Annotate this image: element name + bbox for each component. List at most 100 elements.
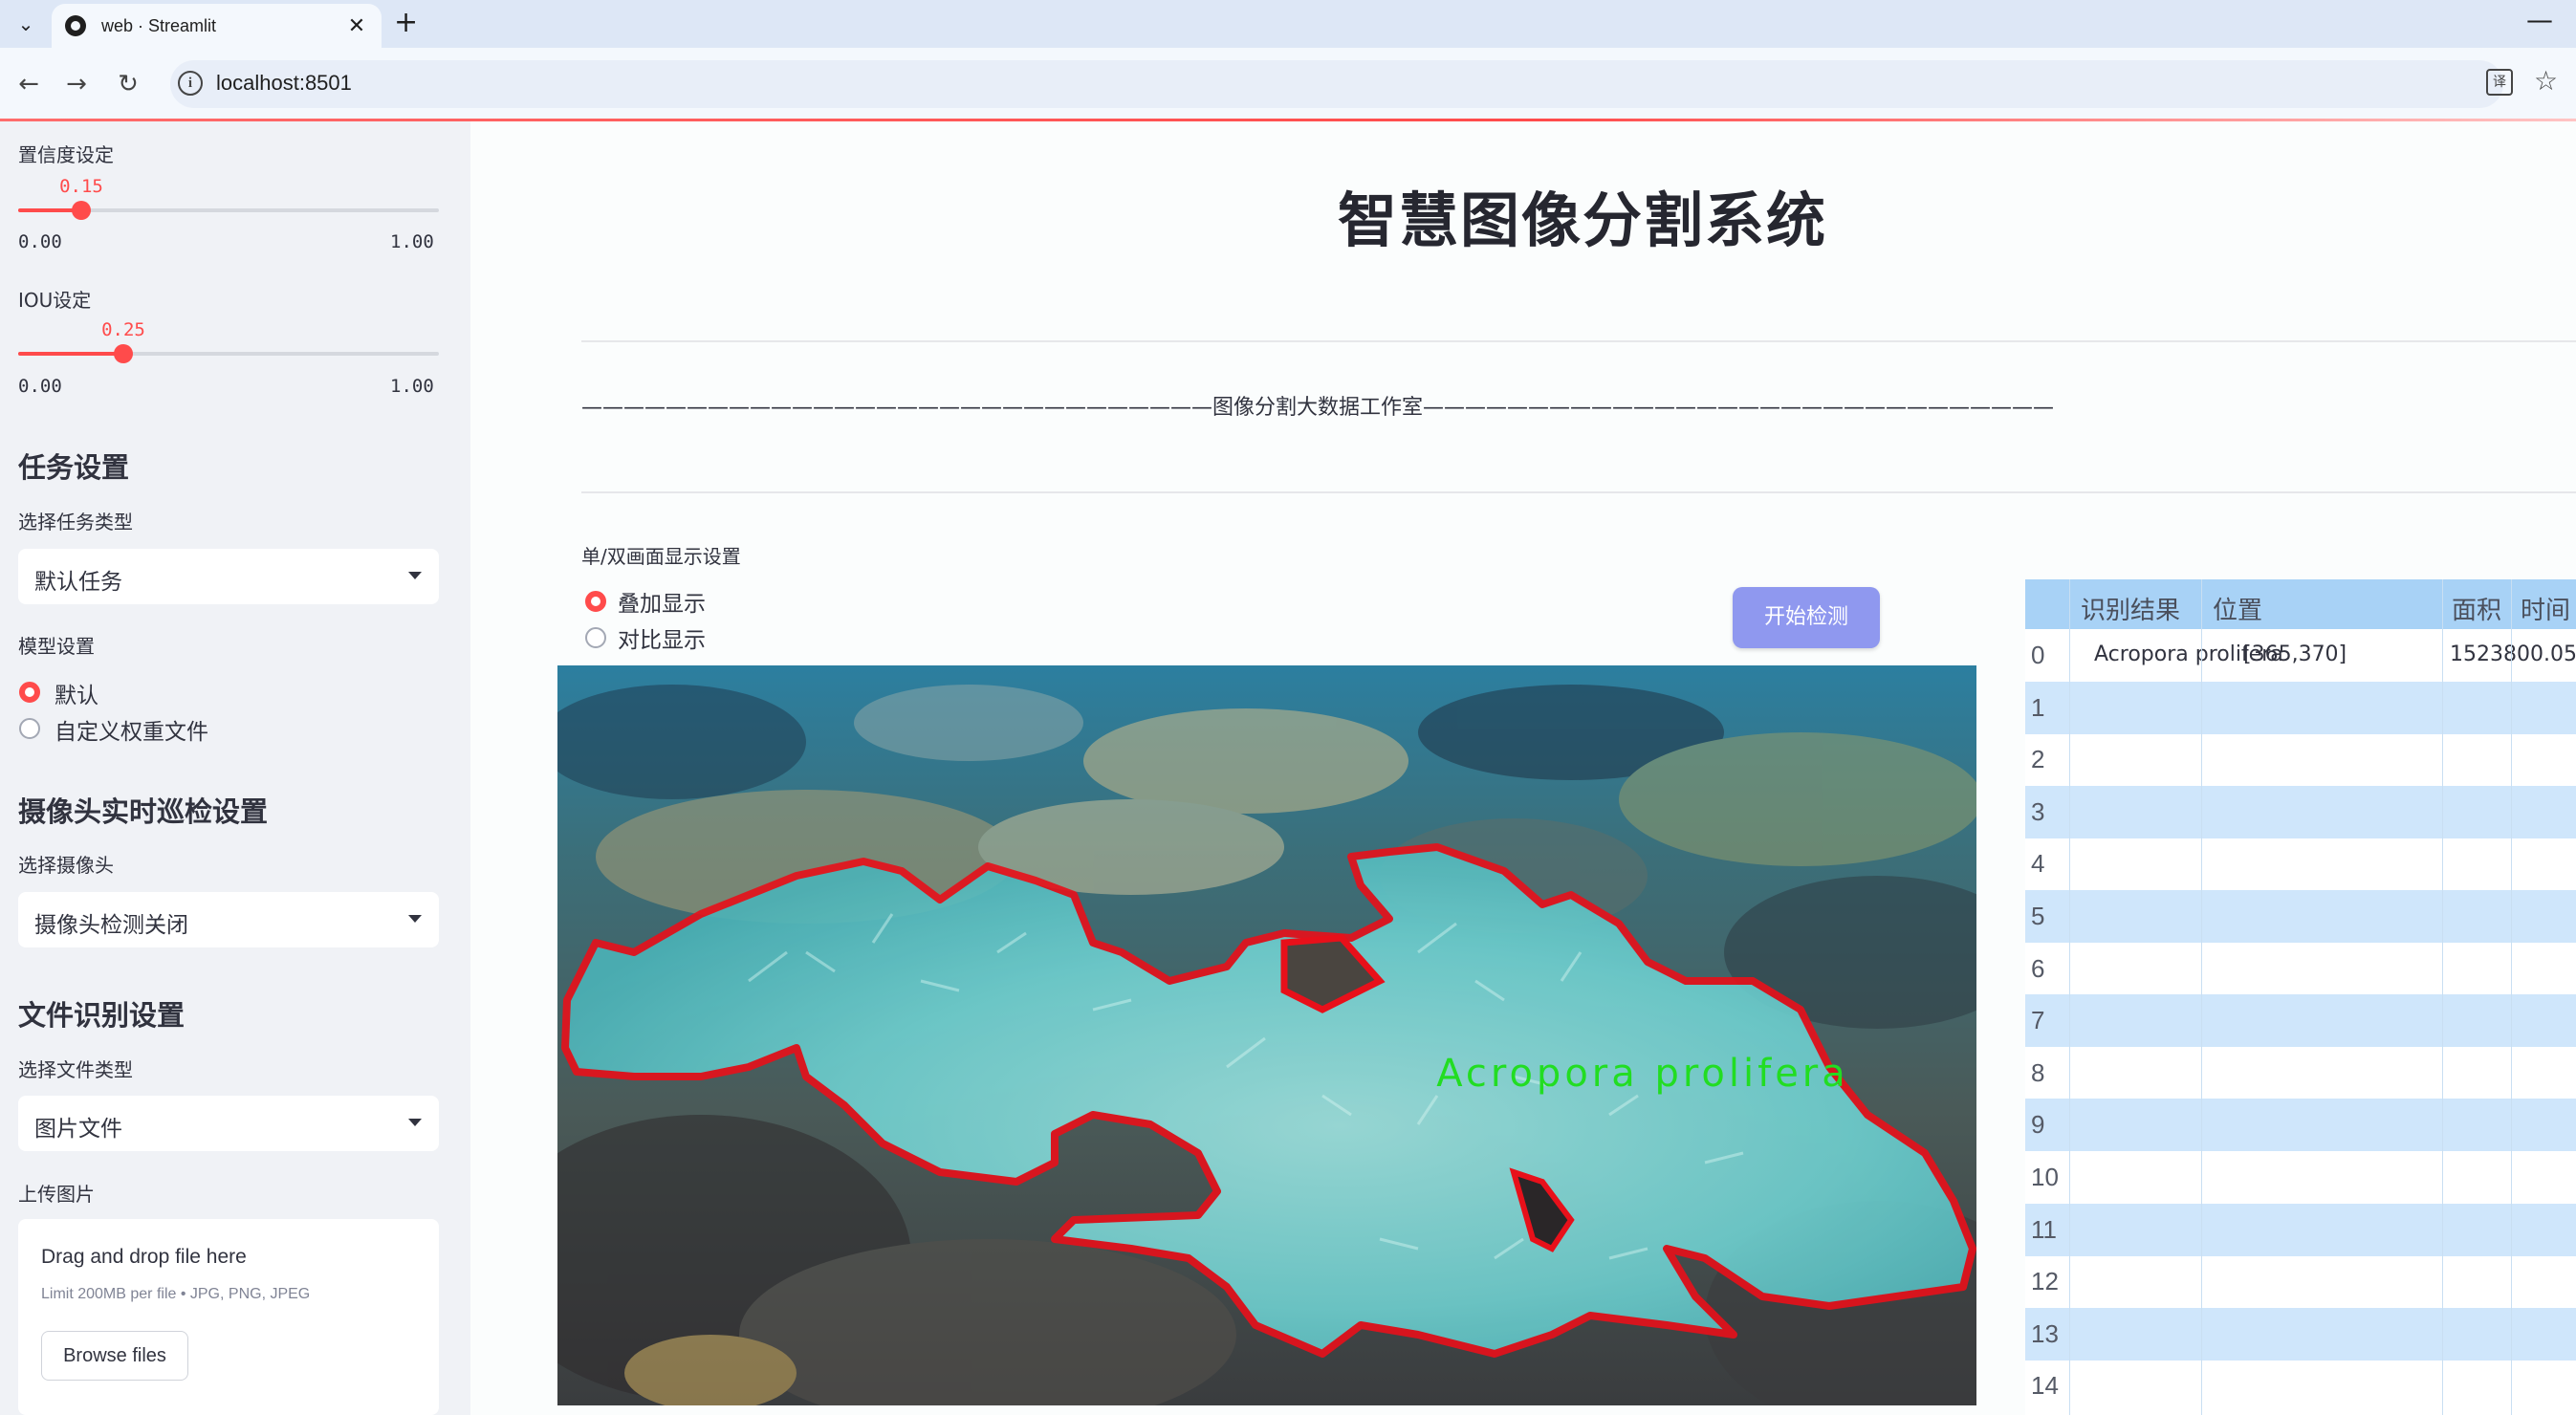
row-index: 7 [2031, 1006, 2045, 1035]
model-default-label[interactable]: 默认 [55, 677, 98, 709]
task-type-label: 选择任务类型 [18, 511, 133, 533]
star-icon[interactable]: ☆ [2534, 65, 2558, 97]
start-detection-button[interactable]: 开始检测 [1733, 587, 1880, 648]
iou-slider-fill [18, 352, 123, 356]
upload-label: 上传图片 [18, 1183, 95, 1206]
table-row[interactable]: 1 [2025, 681, 2576, 734]
table-row[interactable]: 3 [2025, 785, 2576, 838]
chevron-down-icon [408, 1119, 422, 1126]
browser-tab-bar: ⌄ web · Streamlit ✕ + — [0, 0, 2576, 48]
column-header-time[interactable]: 时间 [2521, 591, 2570, 626]
table-row[interactable]: 13 [2025, 1307, 2576, 1361]
table-row[interactable]: 11 [2025, 1203, 2576, 1256]
reload-icon[interactable]: ↻ [111, 67, 145, 101]
row-index: 2 [2031, 745, 2045, 774]
camera-select[interactable]: 摄像头检测关闭 [18, 892, 439, 947]
back-arrow-icon[interactable]: ← [11, 67, 46, 101]
row-index: 13 [2031, 1318, 2059, 1348]
column-divider [2511, 579, 2512, 1415]
row-index: 9 [2031, 1110, 2045, 1140]
iou-slider[interactable] [18, 344, 439, 363]
close-icon[interactable]: ✕ [345, 14, 368, 38]
row-index: 4 [2031, 849, 2045, 879]
column-header-area[interactable]: 面积 [2452, 591, 2501, 626]
row-index: 12 [2031, 1267, 2059, 1296]
page-title: 智慧图像分割系统 [1337, 185, 1827, 255]
browser-tab[interactable]: web · Streamlit ✕ [52, 4, 382, 48]
task-settings-heading: 任务设置 [18, 451, 130, 484]
overlay-display-radio[interactable] [585, 591, 606, 612]
table-row[interactable]: 8 [2025, 1047, 2576, 1099]
iou-min: 0.00 [18, 376, 62, 397]
table-row[interactable]: 6 [2025, 943, 2576, 995]
address-bar[interactable] [170, 60, 2503, 108]
cell-position: [365,370] [2243, 642, 2347, 666]
iou-value: 0.25 [101, 319, 145, 340]
streamlit-favicon-icon [65, 15, 86, 36]
confidence-label: 置信度设定 [18, 143, 114, 166]
confidence-slider-thumb[interactable] [72, 201, 91, 220]
file-type-select[interactable]: 图片文件 [18, 1096, 439, 1151]
tab-title: web · Streamlit [101, 15, 217, 35]
compare-display-radio[interactable] [585, 627, 606, 648]
confidence-value: 0.15 [59, 176, 103, 197]
info-icon[interactable]: i [178, 71, 203, 96]
camera-select-label: 选择摄像头 [18, 854, 114, 877]
table-row[interactable]: 0 Acropora prolifera [365,370] 1523800.05 [2025, 629, 2576, 682]
table-row[interactable]: 10 [2025, 1151, 2576, 1204]
model-default-radio[interactable] [19, 682, 40, 703]
iou-slider-thumb[interactable] [114, 344, 133, 363]
dropzone-title: Drag and drop file here [41, 1246, 247, 1268]
column-divider [2201, 579, 2202, 1415]
table-row[interactable]: 2 [2025, 733, 2576, 786]
row-index: 10 [2031, 1163, 2059, 1191]
file-dropzone[interactable]: Drag and drop file here Limit 200MB per … [18, 1219, 439, 1415]
table-row[interactable]: 9 [2025, 1099, 2576, 1152]
iou-max: 1.00 [390, 376, 434, 397]
chevron-down-icon[interactable]: ⌄ [10, 8, 42, 40]
translate-icon[interactable]: 译 [2486, 69, 2513, 96]
task-type-value: 默认任务 [34, 570, 122, 595]
results-table[interactable]: 识别结果 位置 面积 时间 0 Acropora prolifera [365,37… [2025, 579, 2576, 1415]
column-divider [2069, 579, 2070, 1415]
overlay-display-label[interactable]: 叠加显示 [618, 585, 706, 618]
dropzone-limit: Limit 200MB per file • JPG, PNG, JPEG [41, 1286, 311, 1302]
divider [581, 491, 2576, 493]
url-text[interactable]: localhost:8501 [216, 71, 352, 96]
confidence-min: 0.00 [18, 231, 62, 252]
table-row[interactable]: 4 [2025, 838, 2576, 890]
detection-label: Acropora prolifera [1436, 1052, 1849, 1096]
confidence-slider[interactable] [18, 201, 439, 220]
chevron-down-icon [408, 572, 422, 579]
confidence-max: 1.00 [390, 231, 434, 252]
table-header: 识别结果 位置 面积 时间 [2025, 579, 2576, 629]
task-type-select[interactable]: 默认任务 [18, 549, 439, 604]
table-row[interactable]: 12 [2025, 1255, 2576, 1308]
display-mode-label: 单/双画面显示设置 [581, 545, 741, 568]
row-index: 11 [2031, 1214, 2057, 1244]
compare-display-label[interactable]: 对比显示 [618, 621, 706, 654]
minimize-icon[interactable]: — [2526, 4, 2553, 35]
model-settings-label: 模型设置 [18, 635, 95, 658]
coral-scene: Acropora prolifera [557, 665, 1976, 1405]
model-custom-label[interactable]: 自定义权重文件 [55, 713, 208, 746]
camera-select-value: 摄像头检测关闭 [34, 913, 188, 938]
column-header-result[interactable]: 识别结果 [2081, 591, 2180, 626]
plus-icon[interactable]: + [394, 6, 418, 39]
column-header-position[interactable]: 位置 [2213, 591, 2262, 626]
browse-files-button[interactable]: Browse files [41, 1331, 188, 1381]
row-index: 6 [2031, 953, 2045, 983]
camera-settings-heading: 摄像头实时巡检设置 [18, 795, 269, 828]
table-row[interactable]: 7 [2025, 994, 2576, 1048]
table-row[interactable]: 14 [2025, 1360, 2576, 1412]
iou-label: IOU设定 [18, 289, 92, 312]
model-custom-radio[interactable] [19, 718, 40, 739]
table-row[interactable]: 5 [2025, 890, 2576, 943]
row-index: 3 [2031, 796, 2045, 826]
column-divider [2442, 579, 2443, 1415]
forward-arrow-icon[interactable]: → [59, 67, 94, 101]
file-type-value: 图片文件 [34, 1117, 122, 1142]
studio-banner: ——————————————————————————————图像分割大数据工作室… [581, 396, 2055, 420]
file-settings-heading: 文件识别设置 [18, 999, 186, 1032]
divider [581, 340, 2576, 342]
